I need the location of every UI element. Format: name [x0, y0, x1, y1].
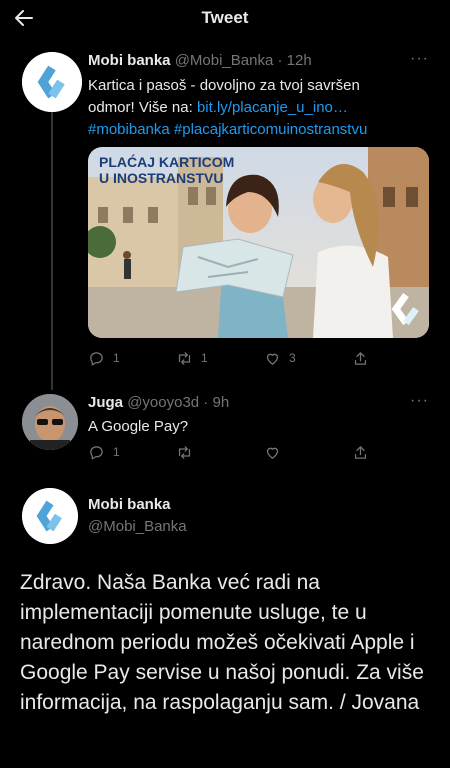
mobi-banka-logo [22, 488, 78, 544]
hashtags[interactable]: #mobibanka #placajkarticomuinostranstvu [88, 119, 433, 141]
user-handle[interactable]: @Mobi_Banka [88, 518, 187, 535]
retweet-icon [178, 351, 191, 365]
tweet-text-line: Kartica i pasoš - dovoljno za tvoj savrš… [88, 77, 360, 94]
timestamp[interactable]: 9h [212, 394, 229, 411]
display-name[interactable]: Mobi banka [88, 496, 171, 513]
retweet-count: 1 [201, 351, 208, 365]
avatar[interactable] [22, 394, 78, 450]
user-handle[interactable]: @Mobi_Banka [175, 52, 274, 69]
tweet-text-line: odmor! Više na: bit.ly/placanje_u_ino… [88, 97, 433, 119]
tweet-header: Mobi banka @Mobi_Banka · 12h [88, 52, 312, 69]
like-button[interactable] [264, 442, 281, 462]
page-title: Tweet [201, 8, 249, 27]
reply-button[interactable]: 1 [88, 442, 120, 462]
thread-connector [51, 112, 53, 390]
reply-icon [90, 351, 103, 366]
share-button[interactable] [352, 348, 369, 368]
like-count: 3 [289, 351, 296, 365]
like-button[interactable]: 3 [264, 348, 296, 368]
tweet-actions: 1 1 3 [88, 348, 428, 368]
top-bar: Tweet [0, 0, 450, 36]
retweet-button[interactable] [176, 442, 193, 462]
reply-button[interactable]: 1 [88, 348, 120, 368]
avatar[interactable] [22, 52, 82, 112]
like-icon [266, 353, 279, 365]
reply-icon [90, 445, 103, 460]
tweet-text: Kartica i pasoš - dovoljno za tvoj savrš… [88, 75, 433, 141]
share-icon [354, 445, 367, 459]
user-photo [22, 394, 78, 450]
more-options-button[interactable]: ··· [410, 392, 429, 410]
retweet-icon [178, 445, 191, 459]
media-caption-line1: PLAĆAJ KARTICOM [99, 153, 234, 170]
mobi-banka-logo [22, 52, 82, 112]
share-icon [354, 351, 367, 365]
media-caption-line2: U INOSTRANSTVU [99, 170, 223, 186]
more-options-button[interactable]: ··· [410, 50, 429, 68]
tweet-actions: 1 [88, 442, 428, 462]
avatar[interactable] [22, 488, 78, 544]
tweet-media-image[interactable]: PLAĆAJ KARTICOM U INOSTRANSTVU [88, 147, 429, 338]
tweet-text: Zdravo. Naša Banka već radi na implement… [20, 571, 424, 714]
media-illustration: PLAĆAJ KARTICOM U INOSTRANSTVU [88, 147, 429, 338]
display-name[interactable]: Mobi banka [88, 52, 171, 69]
reply-count: 1 [113, 445, 120, 459]
display-name[interactable]: Juga [88, 394, 123, 411]
retweet-button[interactable]: 1 [176, 348, 208, 368]
tweet-text: A Google Pay? [88, 418, 189, 435]
like-icon [266, 447, 279, 459]
share-button[interactable] [352, 442, 369, 462]
tweet-header: Juga @yooyo3d · 9h [88, 394, 230, 411]
user-handle[interactable]: @yooyo3d [127, 394, 199, 411]
reply-count: 1 [113, 351, 120, 365]
tweet-text-prefix: odmor! Više na: [88, 99, 197, 116]
timestamp[interactable]: 12h [287, 52, 312, 69]
tweet-link[interactable]: bit.ly/placanje_u_ino… [197, 99, 348, 116]
